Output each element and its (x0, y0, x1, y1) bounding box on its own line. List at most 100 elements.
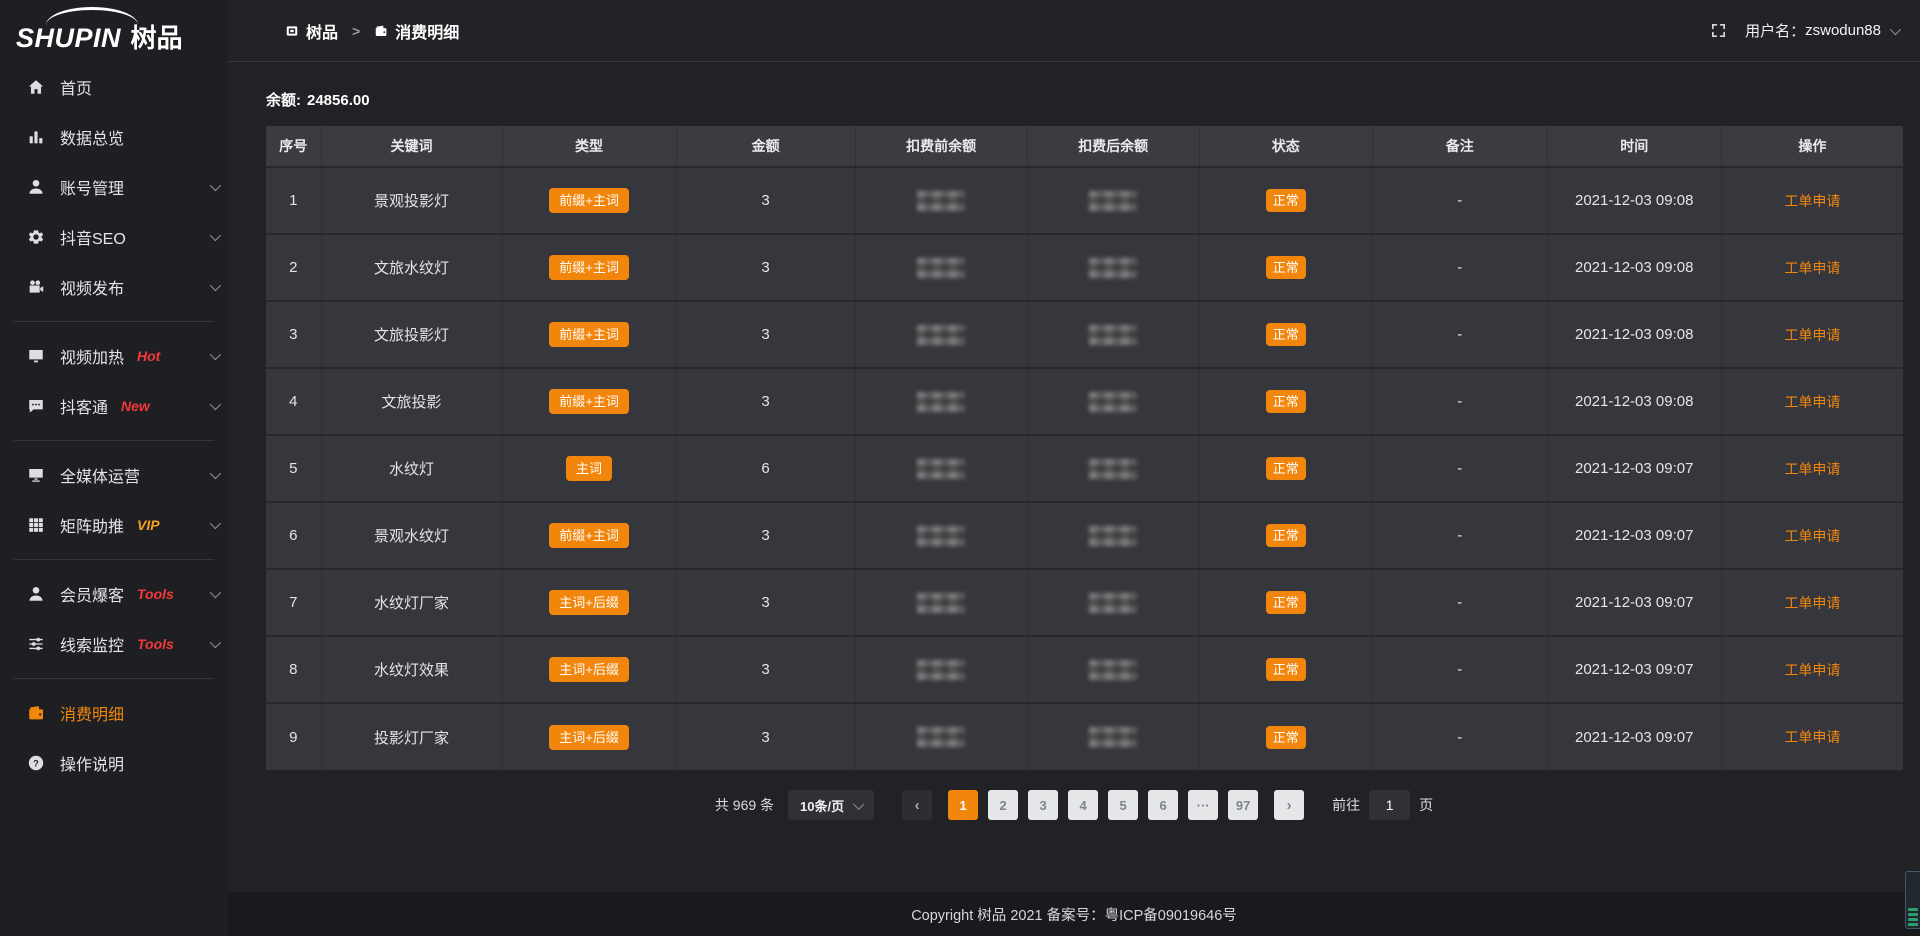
sidebar-item-douketong[interactable]: 抖客通New (0, 381, 228, 431)
wallet-icon (27, 704, 45, 722)
work-order-link[interactable]: 工单申请 (1784, 260, 1840, 276)
type-badge: 主词 (566, 456, 612, 481)
sidebar-item-label: 线索监控 (60, 632, 124, 656)
row-index: 4 (266, 368, 321, 435)
page-size-select[interactable]: 10条/页 (788, 790, 874, 820)
chevron-down-icon (210, 518, 221, 529)
type-badge: 主词+后缀 (502, 703, 676, 770)
balance-before-cell (855, 167, 1027, 234)
breadcrumb-item[interactable]: 树品 (285, 19, 338, 43)
masked-value (1089, 526, 1137, 546)
sidebar-item-douyin-seo[interactable]: 抖音SEO (0, 212, 228, 262)
column-header: 金额 (676, 126, 855, 167)
grid-icon (27, 516, 45, 534)
sidebar-item-consume-detail[interactable]: 消费明细 (0, 688, 228, 738)
sidebar-item-clue-monitor[interactable]: 线索监控 Tools (0, 619, 228, 669)
remark-cell: - (1372, 569, 1547, 636)
sidebar-item-account-manage[interactable]: 账号管理 (0, 162, 228, 212)
sidebar-item-tag: Tools (137, 636, 174, 652)
amount-cell: 3 (676, 301, 855, 368)
masked-value (917, 660, 965, 680)
floating-service-widget[interactable] (1905, 871, 1920, 929)
chevron-down-icon (853, 799, 864, 810)
app-logo: SHUPIN 树品 (0, 0, 228, 62)
sidebar-item-matrix-boost[interactable]: 矩阵助推VIP (0, 500, 228, 550)
action-cell: 工单申请 (1721, 435, 1903, 502)
svg-text:?: ? (33, 758, 39, 768)
bar-chart-icon (27, 128, 45, 146)
balance-after-cell (1027, 636, 1199, 703)
balance-before-cell (855, 569, 1027, 636)
work-order-link[interactable]: 工单申请 (1784, 729, 1840, 745)
pagination-page-3[interactable]: 3 (1028, 790, 1058, 820)
work-order-link[interactable]: 工单申请 (1784, 193, 1840, 209)
sidebar-item-all-media[interactable]: 全媒体运营 (0, 450, 228, 500)
status-cell: 正常 (1199, 435, 1372, 502)
username-label: 用户名： (1745, 20, 1805, 41)
user-menu[interactable]: 用户名： zswodun88 (1745, 20, 1898, 41)
row-index: 1 (266, 167, 321, 234)
sidebar-item-data-overview[interactable]: 数据总览 (0, 112, 228, 162)
footer: Copyright 树品 2021 备案号：粤ICP备09019646号 (228, 892, 1920, 936)
action-cell: 工单申请 (1721, 569, 1903, 636)
column-header: 关键词 (321, 126, 502, 167)
balance-before-cell (855, 502, 1027, 569)
sidebar-item-home[interactable]: 首页 (0, 62, 228, 112)
keyword-cell: 文旅投影 (321, 368, 502, 435)
type-badge: 前缀+主词 (549, 389, 629, 414)
pagination-prev-button[interactable]: ‹ (902, 790, 932, 820)
table-row: 1景观投影灯前缀+主词3正常-2021-12-03 09:08工单申请 (266, 167, 1903, 234)
goto-page-input[interactable] (1369, 790, 1410, 820)
status-cell: 正常 (1199, 234, 1372, 301)
time-cell: 2021-12-03 09:08 (1547, 301, 1721, 368)
type-badge: 前缀+主词 (549, 523, 629, 548)
status-badge: 正常 (1266, 726, 1306, 749)
pagination-page-6[interactable]: 6 (1148, 790, 1178, 820)
sidebar-item-video-publish[interactable]: 视频发布 (0, 262, 228, 312)
work-order-link[interactable]: 工单申请 (1784, 327, 1840, 343)
balance-after-cell (1027, 502, 1199, 569)
status-badge: 正常 (1266, 591, 1306, 614)
time-cell: 2021-12-03 09:07 (1547, 569, 1721, 636)
status-badge: 正常 (1266, 256, 1306, 279)
balance-after-cell (1027, 234, 1199, 301)
masked-value (1089, 392, 1137, 412)
time-cell: 2021-12-03 09:07 (1547, 703, 1721, 770)
sidebar-item-member-burst[interactable]: 会员爆客Tools (0, 569, 228, 619)
pagination-page-4[interactable]: 4 (1068, 790, 1098, 820)
sidebar-item-label: 会员爆客 (60, 582, 124, 606)
consume-table: 序号关键词类型金额扣费前余额扣费后余额状态备注时间操作 1景观投影灯前缀+主词3… (266, 126, 1903, 770)
sidebar-item-label: 消费明细 (60, 701, 124, 725)
pagination-page-1[interactable]: 1 (948, 790, 978, 820)
fullscreen-icon[interactable] (1710, 22, 1727, 39)
pagination-ellipsis-button[interactable]: ··· (1188, 790, 1218, 820)
pagination: 共 969 条 10条/页 ‹ 123456···97 › 前往 页 (228, 790, 1920, 820)
sidebar-item-tag: Hot (137, 348, 160, 364)
work-order-link[interactable]: 工单申请 (1784, 595, 1840, 611)
status-badge: 正常 (1266, 524, 1306, 547)
amount-cell: 3 (676, 703, 855, 770)
remark-cell: - (1372, 234, 1547, 301)
type-badge: 前缀+主词 (502, 301, 676, 368)
time-cell: 2021-12-03 09:08 (1547, 234, 1721, 301)
sidebar-item-label: 视频发布 (60, 275, 124, 299)
work-order-link[interactable]: 工单申请 (1784, 394, 1840, 410)
pagination-page-97[interactable]: 97 (1228, 790, 1258, 820)
work-order-link[interactable]: 工单申请 (1784, 528, 1840, 544)
sidebar-item-video-heat[interactable]: 视频加热Hot (0, 331, 228, 381)
amount-cell: 3 (676, 502, 855, 569)
breadcrumb-item[interactable]: 消费明细 (374, 19, 459, 43)
status-cell: 正常 (1199, 368, 1372, 435)
pagination-next-button[interactable]: › (1274, 790, 1304, 820)
breadcrumb-label: 树品 (306, 19, 338, 43)
pagination-page-2[interactable]: 2 (988, 790, 1018, 820)
work-order-link[interactable]: 工单申请 (1784, 662, 1840, 678)
masked-value (1089, 459, 1137, 479)
type-badge: 主词 (502, 435, 676, 502)
work-order-link[interactable]: 工单申请 (1784, 461, 1840, 477)
pagination-page-5[interactable]: 5 (1108, 790, 1138, 820)
balance-before-cell (855, 368, 1027, 435)
sidebar-item-operation-guide[interactable]: ?操作说明 (0, 738, 228, 788)
sidebar-item-tag: VIP (137, 517, 160, 533)
balance: 余额:24856.00 (266, 89, 1920, 110)
